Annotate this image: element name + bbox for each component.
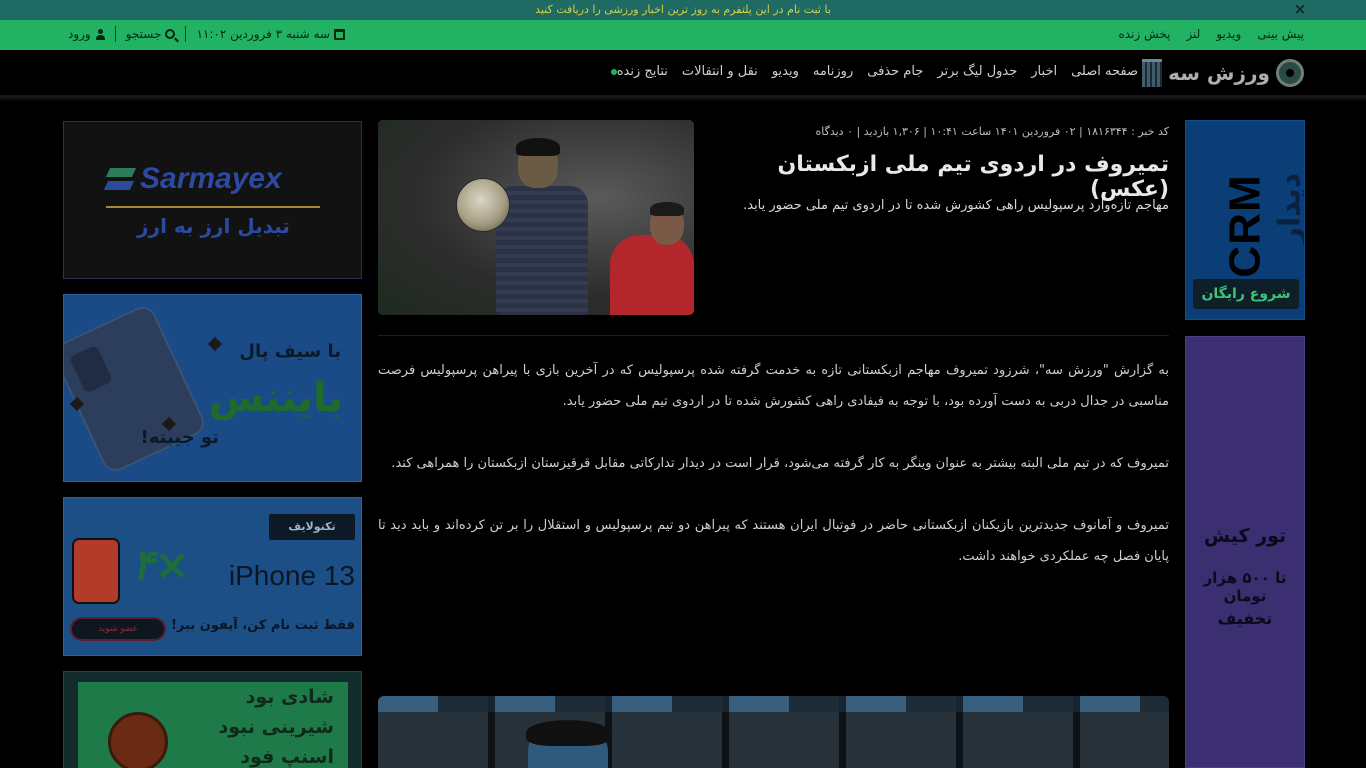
nav-item-newspaper[interactable]: روزنامه	[813, 64, 853, 79]
crm-word: CRM	[1220, 174, 1270, 278]
sarmayex-mark-icon	[106, 165, 136, 193]
photo-player	[488, 138, 598, 315]
search-icon	[165, 29, 176, 39]
technolife-logo: تکنولایف	[269, 514, 355, 540]
nav-item-home[interactable]: صفحه اصلی	[1071, 64, 1138, 79]
ad-crm-banner[interactable]: CRM دیدار شروع رایگان	[1185, 120, 1305, 320]
photo2-windows-top	[378, 696, 1169, 712]
nav-item-transfers[interactable]: نقل و انتقالات	[682, 64, 758, 79]
nav-item-video[interactable]: ویدیو	[772, 64, 799, 79]
ad-iphone-banner[interactable]: تکنولایف ۴× iPhone 13 فقط ثبت نام کن، آی…	[63, 497, 362, 656]
search-button[interactable]: جستجو	[126, 27, 176, 41]
ad-sarmayex-banner[interactable]: Sarmayex تبدیل ارز به ارز	[63, 121, 362, 279]
nav-item-news[interactable]: اخبار	[1031, 64, 1057, 79]
search-label: جستجو	[125, 27, 162, 41]
calendar-icon	[333, 28, 345, 40]
notice-text[interactable]: با ثبت نام در این پلتفرم به روز ترین اخب…	[0, 3, 1366, 16]
phone-image	[64, 302, 209, 476]
ad-safepal-banner[interactable]: با سیف پال بایننس تو جیبته!	[63, 294, 362, 482]
utility-bar: پیش بینی ویدیو لنز پخش زنده سه شنبه ۳ فر…	[0, 20, 1366, 50]
login-button[interactable]: ورود	[68, 27, 105, 41]
safepal-line-2: بایننس	[208, 375, 343, 421]
snappfood-line-2: شیرینی نبود	[218, 716, 334, 738]
safepal-line-1: با سیف پال	[239, 341, 341, 362]
nav-item-league-table[interactable]: جدول لیگ برتر	[937, 64, 1017, 79]
logo-mark-icon	[1276, 59, 1304, 87]
iphone-model: iPhone 13	[228, 560, 355, 591]
utility-tools: سه شنبه ۳ فروردین ۱۱:۰۲ جستجو ورود	[68, 26, 345, 42]
utility-link-video[interactable]: ویدیو	[1216, 27, 1241, 41]
close-icon[interactable]: ×	[1292, 1, 1308, 17]
crm-graphic: CRM دیدار	[1196, 151, 1304, 291]
clock-icon	[108, 712, 168, 768]
utility-link-prediction[interactable]: پیش بینی	[1257, 27, 1304, 41]
crm-start-button[interactable]: شروع رایگان	[1193, 279, 1299, 309]
diamond-icon	[207, 336, 223, 352]
football-icon	[456, 178, 510, 232]
nav-shadow	[0, 96, 1366, 102]
crm-fa-text: دیدار	[1272, 172, 1305, 245]
nav-menu: صفحه اصلی اخبار جدول لیگ برتر جام حذفی ر…	[605, 64, 1138, 79]
kish-line-1: تور کیش	[1203, 525, 1287, 547]
nav-item-live-results-label: نتایج زنده	[616, 64, 668, 79]
sarmayex-name: Sarmayex	[140, 162, 282, 195]
article-photo	[378, 120, 694, 315]
iphone-image	[72, 538, 120, 604]
user-icon	[95, 28, 105, 40]
site-logo[interactable]: ورزش سه	[1142, 58, 1304, 88]
article-body: به گزارش "ورزش سه"، شرزود تمیروف مهاجم ا…	[378, 355, 1169, 603]
kish-line-3: تخفیف	[1217, 609, 1273, 628]
article-paragraph: تمیروف که در تیم ملی البته بیشتر به عنوا…	[391, 456, 1169, 471]
utility-links: پیش بینی ویدیو لنز پخش زنده	[1119, 27, 1304, 41]
snappfood-graphic: شادی بود شیرینی نبود اسنپ فود	[78, 682, 348, 768]
tower-icon	[1142, 59, 1163, 87]
snappfood-line-1: شادی بود	[245, 686, 334, 708]
date-display: سه شنبه ۳ فروردین ۱۱:۰۲	[196, 27, 345, 41]
ad-kish-banner[interactable]: تور کیش تا ۵۰۰ هزار تومان تخفیف	[1185, 336, 1305, 768]
iphone-cta: فقط ثبت نام کن، آیفون ببر!	[171, 618, 355, 633]
notice-bar: با ثبت نام در این پلتفرم به روز ترین اخب…	[0, 0, 1366, 20]
logo-text: ورزش سه	[1168, 61, 1270, 85]
photo2-person-hair	[526, 720, 610, 746]
main-nav: ورزش سه صفحه اصلی اخبار جدول لیگ برتر جا…	[0, 50, 1366, 96]
sarmayex-tagline: تبدیل ارز به ارز	[137, 214, 290, 238]
article-meta: کد خبر : ۱۸۱۶۳۴۴ | ۰۲ فروردین ۱۴۰۱ ساعت …	[815, 125, 1169, 138]
utility-link-live[interactable]: پخش زنده	[1119, 27, 1171, 41]
nav-item-cup[interactable]: جام حذفی	[867, 64, 923, 79]
iphone-join-button[interactable]: عضو شوید	[70, 617, 166, 641]
ad-snappfood-banner[interactable]: شادی بود شیرینی نبود اسنپ فود	[63, 671, 362, 768]
article-lead: مهاجم تازه‌وارد پرسپولیس راهی کشورش شده …	[743, 198, 1169, 213]
sarmayex-underline	[106, 206, 320, 208]
utility-separator	[114, 26, 116, 42]
article-paragraph: به گزارش "ورزش سه"، شرزود تمیروف مهاجم ا…	[378, 363, 1169, 409]
article-paragraph: تمیروف و آمانوف جدیدترین بازیکنان ازبکست…	[378, 518, 1169, 564]
utility-link-lens[interactable]: لنز	[1186, 27, 1200, 41]
iphone-multiplier: ۴×	[132, 540, 190, 589]
safepal-line-3: تو جیبته!	[140, 427, 219, 448]
article-divider	[378, 335, 1169, 336]
date-text: سه شنبه ۳ فروردین ۱۱:۰۲	[196, 27, 330, 41]
article-photo-2	[378, 696, 1169, 768]
photo-player-hair	[516, 138, 560, 156]
snappfood-line-3: اسنپ فود	[240, 746, 334, 768]
sarmayex-logo: Sarmayex	[106, 162, 282, 196]
kish-line-2: تا ۵۰۰ هزار تومان	[1203, 569, 1287, 605]
photo-opponent-shirt	[610, 235, 694, 315]
nav-item-live-results[interactable]: نتایج زنده	[605, 64, 668, 79]
login-label: ورود	[68, 27, 91, 41]
article-title: تمیروف در اردوی تیم ملی ازبکستان (عکس)	[777, 152, 1169, 202]
utility-separator	[185, 26, 187, 42]
photo-opponent-hair	[650, 202, 684, 216]
